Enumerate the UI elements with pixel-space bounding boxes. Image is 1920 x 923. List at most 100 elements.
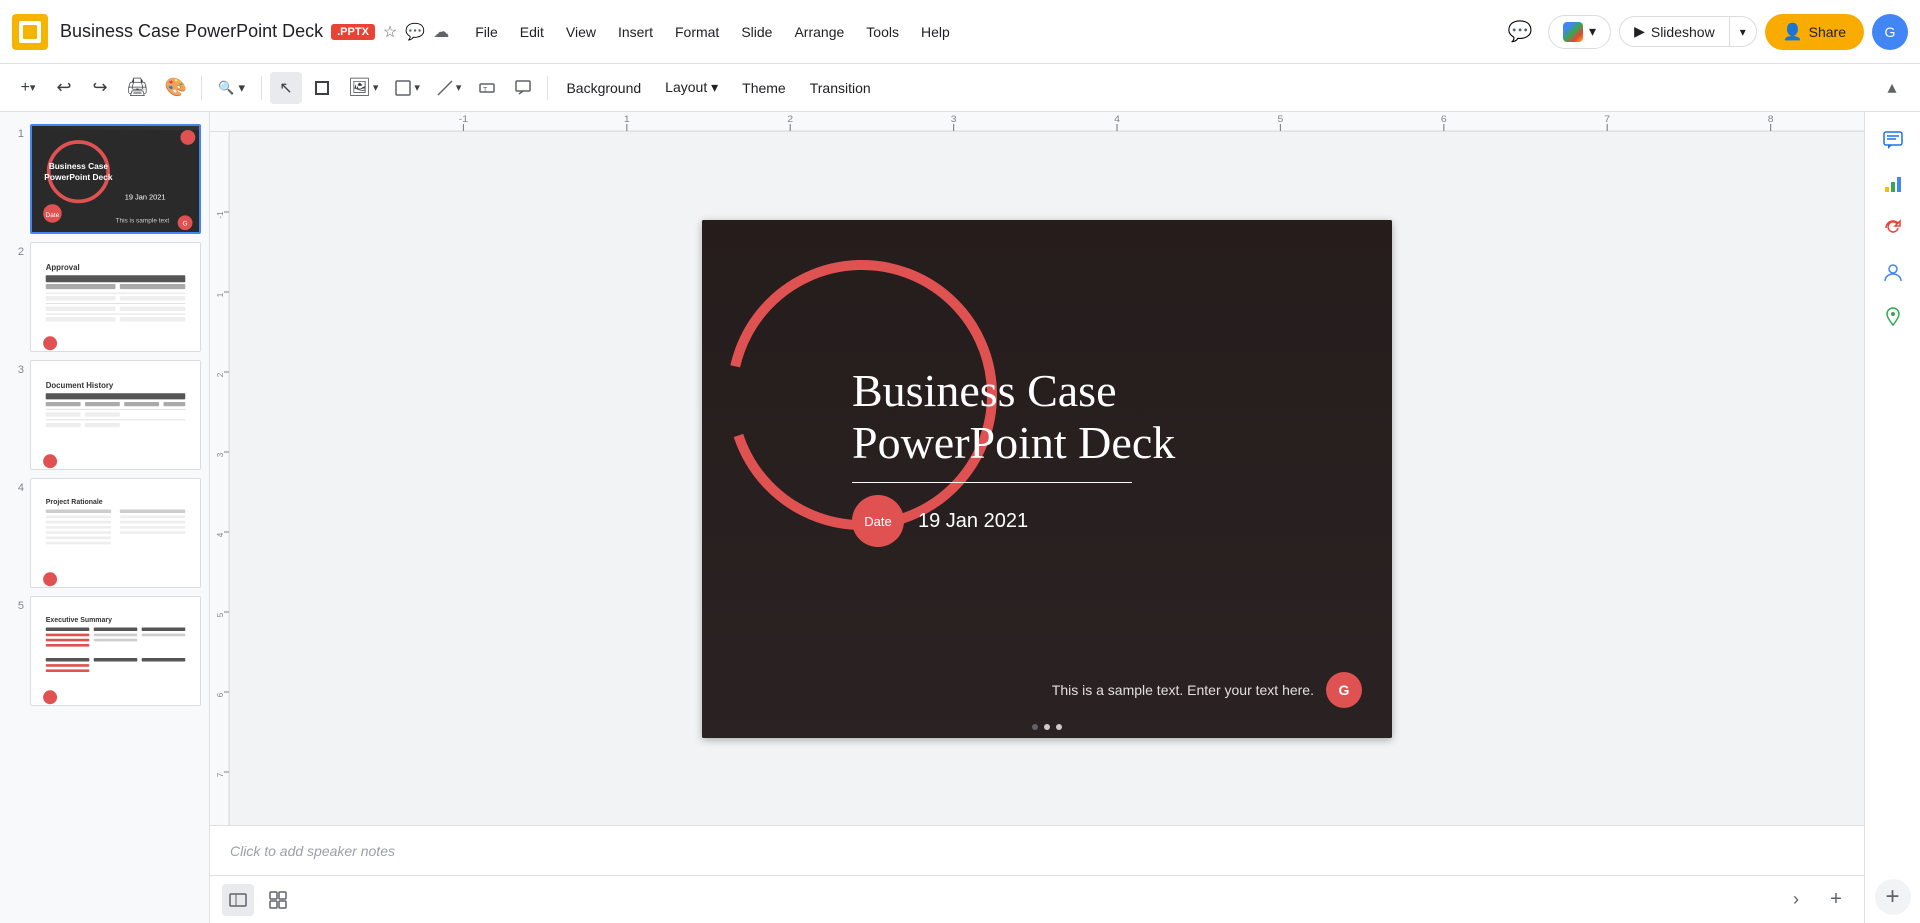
paint-format-button[interactable]: 🎨 <box>159 72 193 104</box>
select-frame-icon <box>315 81 329 95</box>
doc-title-row: Business Case PowerPoint Deck .PPTX ☆ 💬 … <box>60 21 449 42</box>
comment-icon-btn[interactable]: 💬 <box>1500 12 1540 52</box>
share-button[interactable]: 👤 Share <box>1765 14 1864 50</box>
zoom-button[interactable]: 🔍 ▾ <box>210 72 253 104</box>
svg-text:7: 7 <box>216 772 225 777</box>
svg-text:6: 6 <box>1441 114 1447 124</box>
user-avatar[interactable]: G <box>1872 14 1908 50</box>
speaker-notes-placeholder: Click to add speaker notes <box>230 843 395 859</box>
sidebar-location-icon[interactable] <box>1873 296 1913 336</box>
svg-text:3: 3 <box>951 114 957 124</box>
speaker-notes-button[interactable] <box>507 72 539 104</box>
svg-text:3: 3 <box>216 452 225 457</box>
slide-title-line1: Business Case <box>852 365 1175 418</box>
print-button[interactable]: 🖨 <box>120 72 155 104</box>
background-button[interactable]: Background <box>556 72 651 104</box>
slide-thumb-3: Document History <box>30 360 201 470</box>
svg-text:This is sample text: This is sample text <box>116 218 170 225</box>
grid-view-button[interactable] <box>262 884 294 916</box>
slide-thumb-1: Business Case PowerPoint Deck Date 19 Ja… <box>30 124 201 234</box>
sidebar-add-button[interactable]: + <box>1875 879 1911 915</box>
image-insert-button[interactable]: 🖼 ▾ <box>342 72 384 104</box>
slide-item-4[interactable]: 4 Project Rationale <box>0 474 209 592</box>
slide-footer: This is a sample text. Enter your text h… <box>1052 672 1362 708</box>
doc-title[interactable]: Business Case PowerPoint Deck <box>60 21 323 42</box>
slideshow-button[interactable]: ▶ Slideshow ▾ <box>1619 16 1757 47</box>
slide-3-preview: Document History <box>37 367 194 470</box>
slide-thumb-4: Project Rationale <box>30 478 201 588</box>
paint-format-icon: 🎨 <box>165 77 187 98</box>
slide-item-5[interactable]: 5 Executive Summary <box>0 592 209 710</box>
slide-canvas-wrapper[interactable]: Business Case PowerPoint Deck Date 19 Ja… <box>230 132 1864 825</box>
cloud-icon[interactable]: ☁ <box>433 22 449 42</box>
cursor-tool-button[interactable]: ↖ <box>270 72 302 104</box>
expand-right-icon: › <box>1793 889 1799 910</box>
ruler-h-svg: -1 1 2 3 4 5 6 7 8 <box>230 112 1864 132</box>
shape-button[interactable]: ▾ <box>388 72 426 104</box>
add-element-button[interactable]: + <box>1820 884 1852 916</box>
slide-num-1: 1 <box>8 128 24 140</box>
right-sidebar: + <box>1864 112 1920 923</box>
line-dropdown: ▾ <box>456 81 462 94</box>
page-dot-3 <box>1056 724 1062 730</box>
theme-button[interactable]: Theme <box>732 72 796 104</box>
line-button[interactable]: ▾ <box>430 72 468 104</box>
star-icon[interactable]: ☆ <box>383 22 397 42</box>
svg-text:8: 8 <box>1768 114 1774 124</box>
redo-button[interactable]: ↪ <box>84 72 116 104</box>
doc-badge: .PPTX <box>331 24 375 40</box>
menu-help[interactable]: Help <box>911 20 960 44</box>
plus-icon: + <box>21 79 30 97</box>
slide-num-2: 2 <box>8 246 24 258</box>
svg-text:-1: -1 <box>216 211 225 219</box>
slide-item-2[interactable]: 2 Approval <box>0 238 209 356</box>
collapse-toolbar-button[interactable]: ▴ <box>1876 72 1908 104</box>
slide-item-1[interactable]: 1 Business Case PowerPoint Deck Date 19 … <box>0 120 209 238</box>
svg-text:Executive Summary: Executive Summary <box>46 617 112 624</box>
svg-text:7: 7 <box>1604 114 1610 124</box>
menu-view[interactable]: View <box>556 20 606 44</box>
app-logo[interactable] <box>12 14 48 50</box>
menu-tools[interactable]: Tools <box>856 20 909 44</box>
svg-text:G: G <box>183 221 188 228</box>
slide-area-with-ruler: -1 1 2 3 4 5 6 7 <box>210 132 1864 825</box>
slide-num-3: 3 <box>8 364 24 376</box>
select-frame-button[interactable] <box>306 72 338 104</box>
list-view-button[interactable] <box>222 884 254 916</box>
doc-title-area: Business Case PowerPoint Deck .PPTX ☆ 💬 … <box>60 21 449 42</box>
slide-footer-text: This is a sample text. Enter your text h… <box>1052 682 1314 698</box>
menu-file[interactable]: File <box>465 20 508 44</box>
menu-slide[interactable]: Slide <box>731 20 782 44</box>
expand-right-panel-btn[interactable]: › <box>1780 884 1812 916</box>
bottom-bar: › + <box>210 875 1864 923</box>
transition-button[interactable]: Transition <box>800 72 881 104</box>
chat-icon[interactable]: 💬 <box>405 22 425 42</box>
svg-text:4: 4 <box>216 532 225 537</box>
menu-arrange[interactable]: Arrange <box>784 20 854 44</box>
svg-text:1: 1 <box>216 292 225 297</box>
svg-text:19 Jan 2021: 19 Jan 2021 <box>125 193 166 202</box>
textbox-button[interactable]: T <box>471 72 503 104</box>
slideshow-label: Slideshow <box>1651 24 1715 40</box>
speaker-notes-area[interactable]: Click to add speaker notes <box>210 825 1864 875</box>
sidebar-analytics-icon[interactable] <box>1873 164 1913 204</box>
menu-insert[interactable]: Insert <box>608 20 663 44</box>
sidebar-sync-icon[interactable] <box>1873 208 1913 248</box>
ruler-v-svg: -1 1 2 3 4 5 6 7 <box>210 132 230 825</box>
layout-button[interactable]: Layout ▾ <box>655 72 728 104</box>
meet-button[interactable]: ▾ <box>1548 15 1611 49</box>
sidebar-chat-icon[interactable] <box>1873 120 1913 160</box>
menu-format[interactable]: Format <box>665 20 729 44</box>
slide-item-3[interactable]: 3 Document History <box>0 356 209 474</box>
main-slide-canvas[interactable]: Business Case PowerPoint Deck Date 19 Ja… <box>702 220 1392 738</box>
sidebar-user-icon[interactable] <box>1873 252 1913 292</box>
slideshow-dropdown-btn[interactable]: ▾ <box>1730 19 1756 45</box>
menu-edit[interactable]: Edit <box>510 20 554 44</box>
sidebar-add-icon: + <box>1885 883 1899 911</box>
meet-dropdown[interactable]: ▾ <box>1589 23 1596 40</box>
svg-text:Project Rationale: Project Rationale <box>46 499 103 506</box>
slideshow-main-btn[interactable]: ▶ Slideshow <box>1620 17 1730 46</box>
add-button[interactable]: + ▾ <box>12 72 44 104</box>
slide-1-preview: Business Case PowerPoint Deck Date 19 Ja… <box>32 126 199 234</box>
undo-button[interactable]: ↩ <box>48 72 80 104</box>
